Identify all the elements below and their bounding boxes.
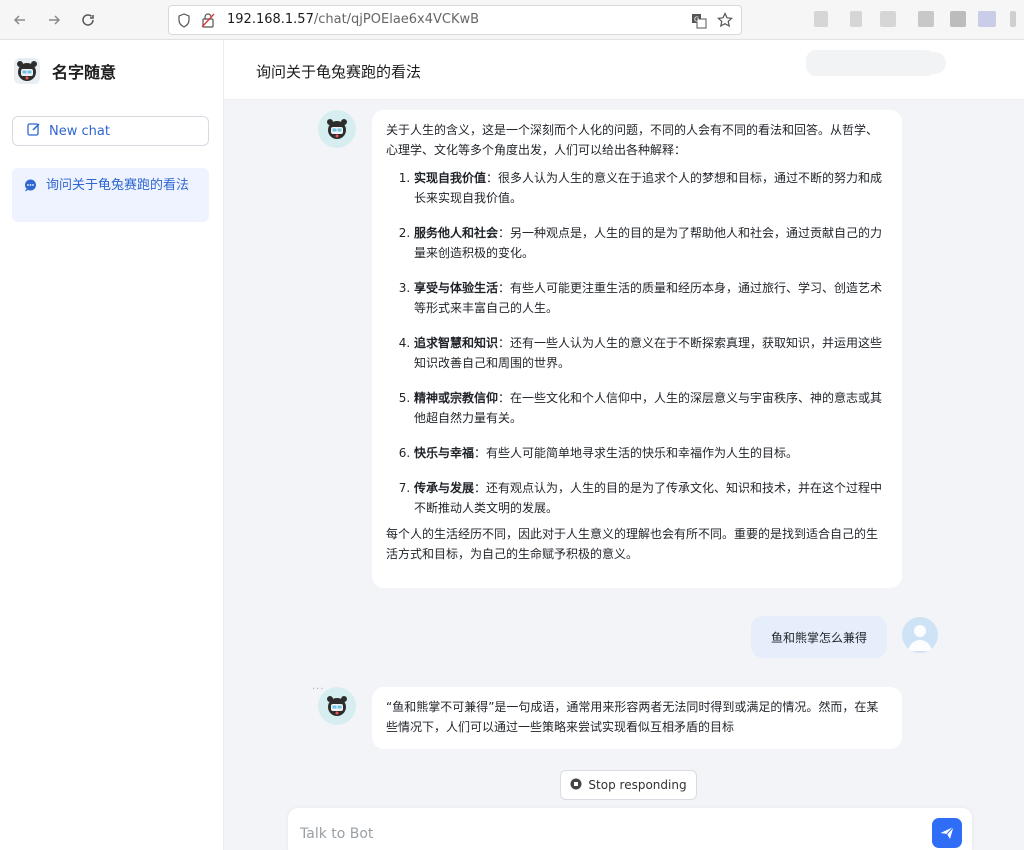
list-item: 传承与发展：还有观点认为，人生的目的是为了传承文化、知识和技术，并在这个过程中不… xyxy=(414,478,888,518)
url-path: /chat/qjPOElae6x4VCKwB xyxy=(313,12,480,27)
stop-responding-button[interactable]: Stop responding xyxy=(560,770,697,800)
new-chat-button[interactable]: New chat xyxy=(12,116,209,146)
bot-avatar xyxy=(318,687,356,725)
extension-icon[interactable] xyxy=(814,11,828,27)
forward-icon[interactable] xyxy=(42,8,66,32)
shield-icon[interactable] xyxy=(177,13,191,32)
reload-icon[interactable] xyxy=(76,8,100,32)
header-control[interactable] xyxy=(806,50,936,76)
extension-icon[interactable] xyxy=(850,11,862,27)
list-item: 享受与体验生活：有些人可能更注重生活的质量和经历本身，通过旅行、学习、创造艺术等… xyxy=(414,278,888,318)
bot-message-streaming: “鱼和熊掌不可兼得”是一句成语，通常用来形容两者无法同时得到或满足的情况。然而，… xyxy=(372,687,902,749)
item-title: 服务他人和社会 xyxy=(414,226,499,240)
extension-icon[interactable] xyxy=(880,11,896,27)
new-chat-label: New chat xyxy=(49,123,110,139)
extension-icon[interactable] xyxy=(918,11,934,27)
send-icon xyxy=(940,826,954,839)
menu-icon[interactable] xyxy=(1010,11,1016,27)
url-host: 192.168.1.57 xyxy=(227,12,314,27)
bot-avatar xyxy=(318,110,356,148)
message-list: 实现自我价值：很多人认为人生的意义在于追求个人的梦想和目标，通过不断的努力和成长… xyxy=(386,168,888,518)
item-text: ：有些人可能简单地寻求生活的快乐和幸福作为人生的目标。 xyxy=(474,446,799,460)
sidebar-chat-item[interactable]: 询问关于龟兔赛跑的看法 xyxy=(12,168,209,222)
insecure-lock-icon[interactable] xyxy=(201,13,215,32)
user-message: 鱼和熊掌怎么兼得 xyxy=(751,616,887,658)
svg-text:G: G xyxy=(694,16,699,24)
send-button[interactable] xyxy=(932,818,962,848)
user-avatar xyxy=(902,617,938,653)
list-item: 实现自我价值：很多人认为人生的意义在于追求个人的梦想和目标，通过不断的努力和成长… xyxy=(414,168,888,208)
chat-item-label: 询问关于龟兔赛跑的看法 xyxy=(46,178,190,193)
chat-header: 询问关于龟兔赛跑的看法 xyxy=(224,40,1024,100)
list-item: 追求智慧和知识：还有一些人认为人生的意义在于不断探索真理，获取知识，并运用这些知… xyxy=(414,333,888,373)
browser-toolbar: 192.168.1.57/chat/qjPOElae6x4VCKwB G xyxy=(0,0,1024,40)
item-title: 追求智慧和知识 xyxy=(414,336,499,350)
bookmark-star-icon[interactable] xyxy=(717,12,733,32)
address-bar[interactable]: 192.168.1.57/chat/qjPOElae6x4VCKwB G xyxy=(168,5,742,35)
list-item: 快乐与幸福：有些人可能简单地寻求生活的快乐和幸福作为人生的目标。 xyxy=(414,443,888,463)
user-message-text: 鱼和熊掌怎么兼得 xyxy=(770,630,867,645)
message-outro: 每个人的生活经历不同，因此对于人生意义的理解也会有所不同。重要的是找到适合自己的… xyxy=(386,527,879,561)
item-title: 快乐与幸福 xyxy=(414,446,475,460)
item-title: 精神或宗教信仰 xyxy=(414,391,499,405)
chat-bubble-icon xyxy=(24,179,37,198)
bot-message: 关于人生的含义，这是一个深刻而个人化的问题，不同的人会有不同的看法和回答。从哲学… xyxy=(372,110,902,588)
app-logo xyxy=(14,58,40,84)
message-input[interactable] xyxy=(300,822,900,846)
list-item: 精神或宗教信仰：在一些文化和个人信仰中，人生的深层意义与宇宙秩序、神的意志或其他… xyxy=(414,388,888,428)
chat-title: 询问关于龟兔赛跑的看法 xyxy=(256,63,422,81)
app-name: 名字随意 xyxy=(52,63,117,82)
chat-main: 询问关于龟兔赛跑的看法 关于人生的含义，这是一个深刻而个人化的问题，不同的人会有… xyxy=(224,40,1024,850)
item-title: 享受与体验生活 xyxy=(414,281,499,295)
item-title: 传承与发展 xyxy=(414,481,475,495)
brand: 名字随意 xyxy=(14,58,116,84)
profile-icon[interactable] xyxy=(978,11,996,27)
bot-message-text: “鱼和熊掌不可兼得”是一句成语，通常用来形容两者无法同时得到或满足的情况。然而，… xyxy=(386,700,879,734)
message-intro: 关于人生的含义，这是一个深刻而个人化的问题，不同的人会有不同的看法和回答。从哲学… xyxy=(386,123,879,157)
stop-label: Stop responding xyxy=(588,778,687,792)
extension-icon[interactable] xyxy=(950,11,966,27)
item-title: 实现自我价值 xyxy=(414,171,487,185)
header-avatar[interactable] xyxy=(924,52,946,74)
translate-icon[interactable]: G xyxy=(691,13,707,33)
back-icon[interactable] xyxy=(8,8,32,32)
sidebar: 名字随意 New chat 询问关于龟兔赛跑的看法 xyxy=(0,40,224,850)
message-composer xyxy=(288,808,972,850)
list-item: 服务他人和社会：另一种观点是，人生的目的是为了帮助他人和社会，通过贡献自己的力量… xyxy=(414,223,888,263)
item-text: ：还有观点认为，人生的目的是为了传承文化、知识和技术，并在这个过程中不断推动人类… xyxy=(414,481,883,515)
stop-icon xyxy=(570,778,582,793)
url-text[interactable]: 192.168.1.57/chat/qjPOElae6x4VCKwB xyxy=(227,12,479,27)
edit-icon xyxy=(27,122,41,140)
